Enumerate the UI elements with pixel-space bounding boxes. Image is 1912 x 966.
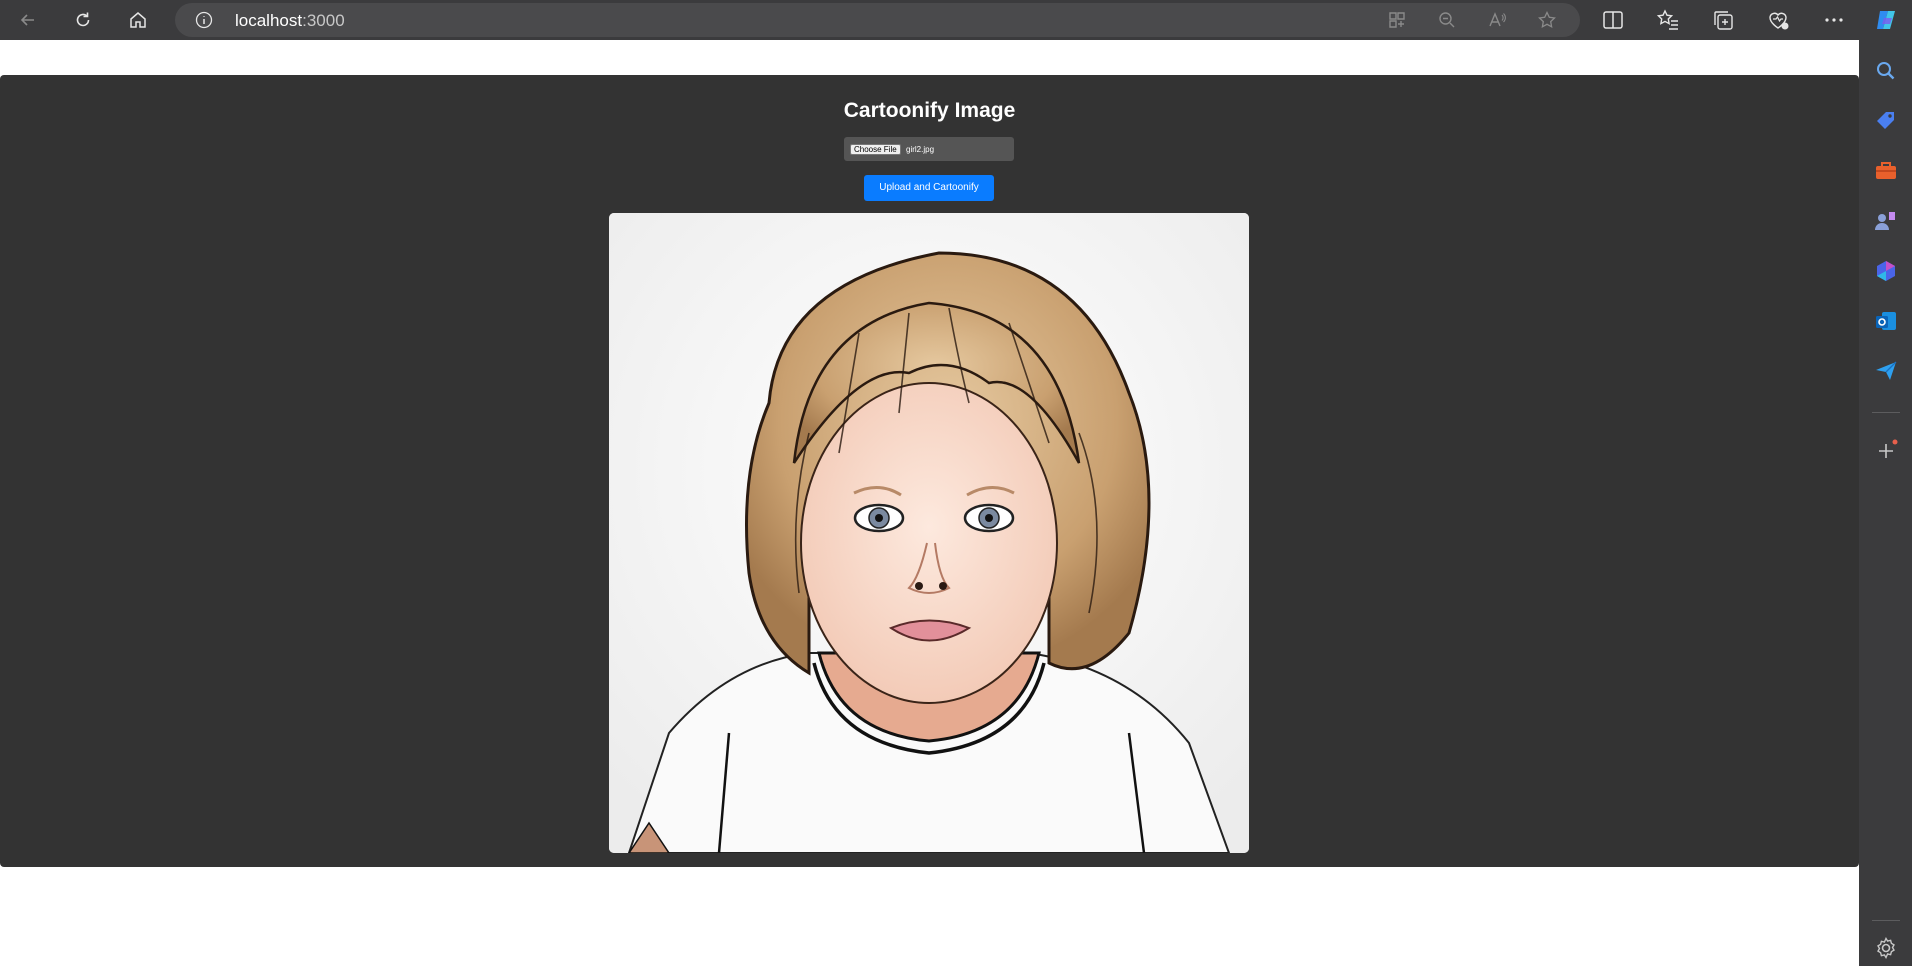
- games-icon[interactable]: [1873, 208, 1899, 234]
- cartoonified-image: [609, 213, 1249, 853]
- address-bar[interactable]: localhost:3000: [175, 3, 1580, 37]
- microsoft365-icon[interactable]: [1873, 258, 1899, 284]
- split-screen-icon[interactable]: [1601, 8, 1625, 32]
- page-title: Cartoonify Image: [843, 99, 1016, 122]
- favorites-icon[interactable]: [1656, 8, 1680, 32]
- app-grid-icon[interactable]: [1387, 10, 1407, 30]
- read-aloud-icon[interactable]: [1487, 10, 1507, 30]
- outlook-icon[interactable]: [1873, 308, 1899, 334]
- collections-icon[interactable]: [1711, 8, 1735, 32]
- shopping-tag-icon[interactable]: [1873, 108, 1899, 134]
- settings-icon[interactable]: [1873, 935, 1899, 961]
- page-viewport: Cartoonify Image Choose File girl2.jpg U…: [0, 44, 1859, 966]
- choose-file-button[interactable]: Choose File: [850, 144, 901, 155]
- file-input[interactable]: Choose File girl2.jpg: [844, 137, 1014, 161]
- back-arrow-icon[interactable]: [12, 6, 44, 34]
- send-icon[interactable]: [1873, 358, 1899, 384]
- info-icon[interactable]: [195, 11, 213, 29]
- home-icon[interactable]: [122, 6, 154, 34]
- zoom-out-icon[interactable]: [1437, 10, 1457, 30]
- upload-cartoonify-button[interactable]: Upload and Cartoonify: [864, 175, 994, 201]
- sidebar-divider: [1872, 920, 1900, 921]
- copilot-icon[interactable]: [1873, 7, 1899, 33]
- browser-sidebar: [1859, 0, 1912, 966]
- more-icon[interactable]: [1822, 8, 1846, 32]
- selected-file-name: girl2.jpg: [906, 145, 935, 154]
- search-icon[interactable]: [1873, 58, 1899, 84]
- refresh-icon[interactable]: [67, 6, 99, 34]
- add-icon[interactable]: [1873, 438, 1899, 464]
- star-icon[interactable]: [1537, 10, 1557, 30]
- tools-icon[interactable]: [1873, 158, 1899, 184]
- sidebar-divider: [1872, 412, 1900, 413]
- app-container: Cartoonify Image Choose File girl2.jpg U…: [0, 75, 1859, 867]
- url-text[interactable]: localhost:3000: [235, 11, 345, 31]
- browser-toolbar: localhost:3000: [0, 0, 1912, 40]
- browser-essentials-icon[interactable]: [1766, 8, 1790, 32]
